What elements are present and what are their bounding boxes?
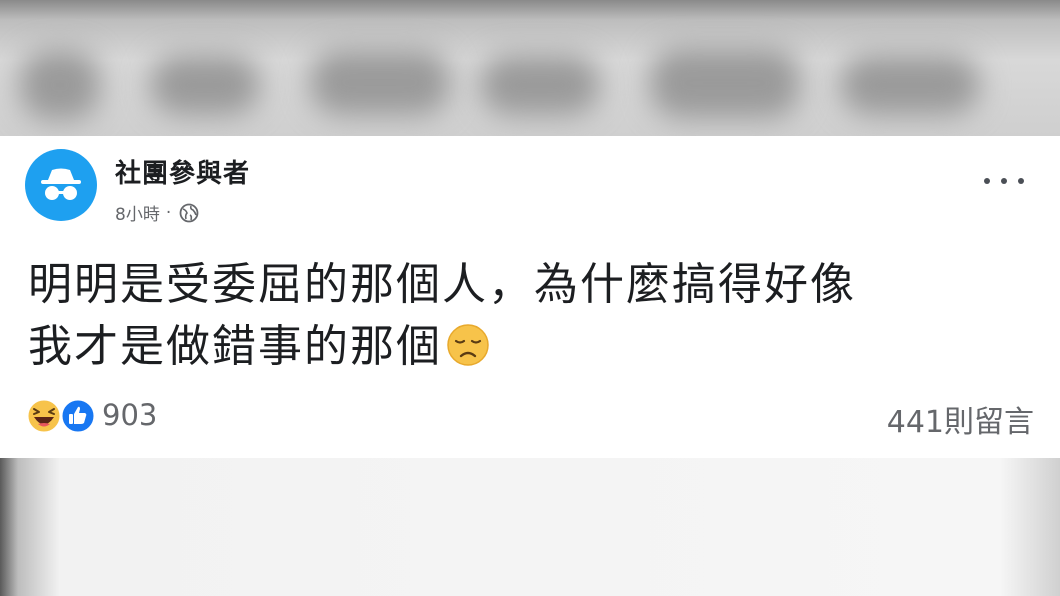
more-dot-icon bbox=[984, 178, 990, 184]
post-time[interactable]: 8小時 bbox=[115, 200, 160, 225]
meta-separator: · bbox=[165, 202, 172, 223]
globe-icon bbox=[179, 203, 199, 222]
post-meta: 8小時 · bbox=[115, 200, 199, 225]
post-line-1: 明明是受委屈的那個人，為什麼搞得好像 bbox=[28, 259, 856, 310]
reaction-summary[interactable]: 903 bbox=[26, 397, 158, 434]
laughing-emoji bbox=[26, 398, 62, 434]
more-options-button[interactable] bbox=[984, 174, 1024, 188]
post-text: 明明是受委屈的那個人，為什麼搞得好像 我才是做錯事的那個 bbox=[28, 254, 1028, 384]
more-dot-icon bbox=[1001, 178, 1007, 184]
blurred-background-bottom bbox=[0, 458, 1060, 596]
anonymous-avatar[interactable] bbox=[25, 149, 97, 221]
comment-count-link[interactable]: 441則留言 bbox=[887, 397, 1034, 441]
disappointed-face-emoji bbox=[446, 322, 490, 384]
reaction-count: 903 bbox=[102, 398, 158, 432]
post-card: 社團參與者 8小時 · 明明是受委屈的那個人，為什麼搞得好像 我才是做錯事的那個 bbox=[0, 136, 1060, 458]
more-dot-icon bbox=[1018, 178, 1024, 184]
like-icon bbox=[60, 398, 96, 434]
post-author[interactable]: 社團參與者 bbox=[115, 153, 250, 190]
post-line-2-text: 我才是做錯事的那個 bbox=[28, 321, 442, 372]
blurred-background-top bbox=[0, 0, 1060, 136]
incognito-icon bbox=[41, 168, 81, 200]
post-line-2: 我才是做錯事的那個 bbox=[28, 316, 1028, 384]
reaction-icons bbox=[26, 397, 98, 434]
